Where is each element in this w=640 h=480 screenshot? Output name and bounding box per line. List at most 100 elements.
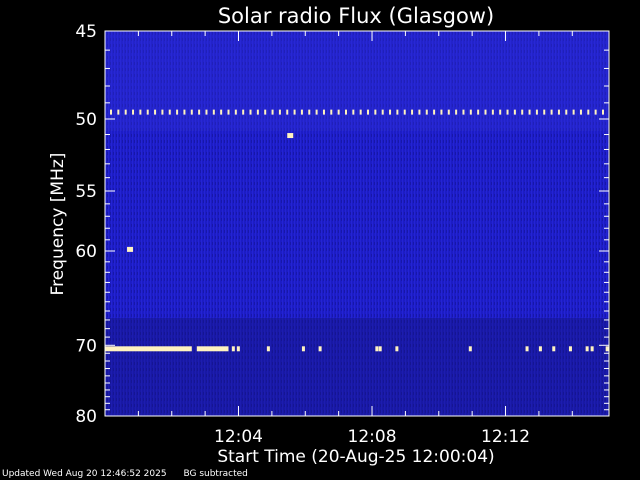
interference-dash xyxy=(506,109,509,115)
interference-dash xyxy=(337,109,340,115)
interference-dash xyxy=(447,109,450,115)
interference-dash xyxy=(176,109,179,115)
interference-dash xyxy=(264,109,267,115)
interference-dash xyxy=(168,109,171,115)
interference-blip xyxy=(525,346,529,352)
interference-dash xyxy=(293,109,296,115)
interference-dash xyxy=(455,109,458,115)
interference-blip xyxy=(301,346,305,352)
interference-dash xyxy=(491,109,494,115)
interference-dash xyxy=(117,109,120,115)
interference-dash xyxy=(601,109,604,115)
interference-blip xyxy=(231,346,235,352)
x-axis-label: Start Time (20-Aug-25 12:00:04) xyxy=(217,447,494,467)
interference-dash xyxy=(234,109,237,115)
y-tick-label: 50 xyxy=(75,110,97,130)
interference-dash xyxy=(543,109,546,115)
interference-dash xyxy=(579,109,582,115)
interference-dash xyxy=(205,109,208,115)
interference-dash xyxy=(227,109,230,115)
interference-blip xyxy=(266,346,270,352)
y-tick-label: 70 xyxy=(75,336,97,356)
interference-dash xyxy=(418,109,421,115)
y-tick-label: 60 xyxy=(75,242,97,262)
interference-dash xyxy=(352,109,355,115)
interference-dash xyxy=(411,109,414,115)
interference-dash xyxy=(484,109,487,115)
interference-blip xyxy=(375,346,379,352)
interference-blip xyxy=(568,346,572,352)
y-tick-label: 55 xyxy=(75,182,97,202)
y-axis-label: Frequency [MHz] xyxy=(48,153,68,296)
interference-blip xyxy=(318,346,322,352)
interference-dash xyxy=(440,109,443,115)
interference-dash xyxy=(300,109,303,115)
interference-dash xyxy=(535,109,538,115)
interference-dash xyxy=(381,109,384,115)
interference-dash xyxy=(154,109,157,115)
interference-dash xyxy=(572,109,575,115)
interference-dash xyxy=(286,109,289,115)
interference-blip xyxy=(605,346,609,352)
x-tick-label: 12:12 xyxy=(481,427,530,447)
interference-dash xyxy=(477,109,480,115)
interference-dash xyxy=(146,109,149,115)
interference-dash xyxy=(249,109,252,115)
interference-dash xyxy=(469,109,472,115)
updated-timestamp: Updated Wed Aug 20 12:46:52 2025 xyxy=(2,469,167,479)
interference-dash xyxy=(330,109,333,115)
interference-dash xyxy=(198,109,201,115)
interference-dash xyxy=(433,109,436,115)
interference-dash xyxy=(521,109,524,115)
interference-blip xyxy=(395,346,399,352)
interference-dash xyxy=(594,109,597,115)
spectrogram-chart: Solar radio Flux (Glasgow) 455055607080 … xyxy=(48,4,610,467)
interference-dash xyxy=(396,109,399,115)
interference-dash xyxy=(389,109,392,115)
interference-dash xyxy=(359,109,362,115)
interference-dash xyxy=(132,109,135,115)
interference-dash xyxy=(271,109,274,115)
interference-segment xyxy=(196,346,229,352)
interference-dash xyxy=(587,109,590,115)
interference-dash xyxy=(565,109,568,115)
lower-band-shade xyxy=(105,318,609,416)
footer: Updated Wed Aug 20 12:46:52 2025 BG subt… xyxy=(2,469,262,479)
interference-dash xyxy=(212,109,215,115)
y-tick-label: 80 xyxy=(75,407,97,427)
interference-segment xyxy=(105,346,192,352)
bright-spot xyxy=(127,246,134,252)
interference-dash xyxy=(110,109,113,115)
interference-blip xyxy=(538,346,542,352)
interference-dash xyxy=(367,109,370,115)
interference-dash xyxy=(344,109,347,115)
interference-dash xyxy=(315,109,318,115)
interference-dash xyxy=(550,109,553,115)
interference-dash xyxy=(139,109,142,115)
interference-dash xyxy=(425,109,428,115)
plot-area xyxy=(105,31,609,416)
interference-dash xyxy=(242,109,245,115)
chart-title: Solar radio Flux (Glasgow) xyxy=(218,4,494,28)
interference-dash xyxy=(403,109,406,115)
x-tick-label: 12:08 xyxy=(348,427,397,447)
upper-band-shade xyxy=(105,31,609,131)
interference-blip xyxy=(378,346,382,352)
interference-dash xyxy=(278,109,281,115)
interference-dash xyxy=(183,109,186,115)
interference-dash xyxy=(557,109,560,115)
x-tick-label: 12:04 xyxy=(214,427,263,447)
interference-blip xyxy=(585,346,589,352)
interference-dash xyxy=(190,109,193,115)
bright-spot xyxy=(287,133,294,139)
interference-dash xyxy=(513,109,516,115)
y-tick-label: 45 xyxy=(75,22,97,42)
interference-dash xyxy=(124,109,127,115)
interference-dash xyxy=(256,109,259,115)
interference-dash xyxy=(308,109,311,115)
interference-blip xyxy=(552,346,556,352)
interference-dash xyxy=(499,109,502,115)
interference-blip xyxy=(590,346,594,352)
interference-dash xyxy=(322,109,325,115)
interference-dash xyxy=(374,109,377,115)
